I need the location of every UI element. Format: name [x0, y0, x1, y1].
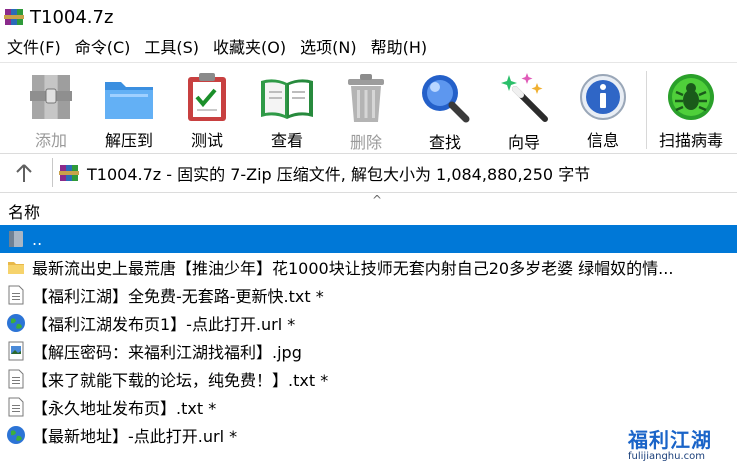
- window-title: T1004.7z: [30, 6, 114, 28]
- list-item[interactable]: 【来了就能下载的论坛，纯免费！】.txt *: [0, 365, 737, 393]
- virus-scan-button[interactable]: 扫描病毒: [652, 67, 730, 151]
- text-file-icon: [6, 396, 26, 418]
- test-label: 测试: [190, 131, 223, 150]
- list-item[interactable]: 最新流出史上最荒唐【推油少年】花1000块让技师无套内射自己20多岁老婆 绿帽奴…: [0, 253, 737, 281]
- extract-to-label: 解压到: [104, 131, 153, 150]
- globe-url-icon: [6, 424, 26, 446]
- wizard-label: 向导: [507, 133, 540, 152]
- address-field[interactable]: T1004.7z - 固实的 7-Zip 压缩文件, 解包大小为 1,084,8…: [52, 158, 737, 187]
- image-file-icon: [6, 340, 26, 362]
- watermark-logo: 福利江湖 fulijianghu.com: [628, 424, 732, 468]
- find-button[interactable]: 查找: [406, 67, 484, 152]
- folder-icon: [6, 256, 26, 278]
- trash-icon: [338, 71, 394, 125]
- list-item[interactable]: 【福利江湖】全免费-无套路-更新快.txt *: [0, 281, 737, 309]
- list-item-name: 【福利江湖发布页1】-点此打开.url *: [32, 315, 296, 334]
- watermark-sub-text: fulijianghu.com: [628, 451, 705, 462]
- menu-favorites[interactable]: 收藏夹(O): [206, 34, 293, 62]
- list-item-name: ..: [32, 229, 43, 249]
- info-button[interactable]: 信息: [564, 67, 642, 151]
- add-button[interactable]: 添加: [12, 67, 90, 151]
- virus-scan-icon: [663, 71, 719, 123]
- winrar-archive-icon: [59, 163, 79, 183]
- archive-add-icon: [23, 71, 79, 123]
- add-label: 添加: [34, 131, 67, 150]
- address-bar: T1004.7z - 固实的 7-Zip 压缩文件, 解包大小为 1,084,8…: [0, 153, 737, 193]
- list-item-name: 【来了就能下载的论坛，纯免费！】.txt *: [32, 371, 329, 390]
- list-item[interactable]: 【永久地址发布页】.txt *: [0, 393, 737, 421]
- arrow-up-icon: [16, 164, 32, 182]
- delete-label: 删除: [349, 133, 382, 152]
- delete-button[interactable]: 删除: [327, 67, 405, 152]
- column-header-name[interactable]: 名称: [8, 199, 40, 223]
- magnifier-icon: [417, 71, 473, 125]
- view-label: 查看: [270, 131, 303, 150]
- title-bar: T1004.7z: [0, 0, 737, 34]
- clipboard-check-icon: [179, 71, 235, 123]
- menu-options[interactable]: 选项(N): [293, 34, 363, 62]
- watermark-main-text: 福利江湖: [628, 428, 712, 452]
- list-item-name: 【解压密码：来福利江湖找福利】.jpg: [32, 343, 302, 362]
- list-item-name: 【最新地址】-点此打开.url *: [32, 427, 238, 446]
- parent-folder-icon: [6, 228, 26, 250]
- winrar-icon: [4, 7, 24, 27]
- folder-extract-icon: [101, 71, 157, 123]
- menu-tools[interactable]: 工具(S): [137, 34, 206, 62]
- virus-scan-label: 扫描病毒: [658, 131, 723, 150]
- wizard-wand-icon: [496, 71, 552, 125]
- menu-file[interactable]: 文件(F): [0, 34, 68, 62]
- extract-to-button[interactable]: 解压到: [90, 67, 168, 151]
- info-icon: [575, 71, 631, 123]
- text-file-icon: [6, 284, 26, 306]
- menu-help[interactable]: 帮助(H): [364, 34, 435, 62]
- list-item[interactable]: 【解压密码：来福利江湖找福利】.jpg: [0, 337, 737, 365]
- list-item-name: 最新流出史上最荒唐【推油少年】花1000块让技师无套内射自己20多岁老婆 绿帽奴…: [32, 259, 674, 278]
- toolbar-separator: [646, 71, 647, 149]
- list-item[interactable]: 【最新地址】-点此打开.url *: [0, 421, 737, 449]
- test-button[interactable]: 测试: [168, 67, 246, 151]
- view-button[interactable]: 查看: [248, 67, 326, 151]
- sort-ascending-icon: ^: [372, 193, 383, 207]
- globe-url-icon: [6, 312, 26, 334]
- list-item[interactable]: ..: [0, 225, 737, 253]
- find-label: 查找: [428, 133, 461, 152]
- text-file-icon: [6, 368, 26, 390]
- info-label: 信息: [586, 131, 619, 150]
- list-item[interactable]: 【福利江湖发布页1】-点此打开.url *: [0, 309, 737, 337]
- list-item-name: 【永久地址发布页】.txt *: [32, 399, 217, 418]
- address-text: T1004.7z - 固实的 7-Zip 压缩文件, 解包大小为 1,084,8…: [87, 164, 591, 184]
- wizard-button[interactable]: 向导: [485, 67, 563, 152]
- menu-bar: 文件(F) 命令(C) 工具(S) 收藏夹(O) 选项(N) 帮助(H): [0, 34, 737, 62]
- list-header: ^ 名称: [0, 193, 737, 225]
- menu-commands[interactable]: 命令(C): [68, 34, 138, 62]
- book-view-icon: [259, 71, 315, 123]
- up-one-level-button[interactable]: [12, 162, 36, 184]
- list-item-name: 【福利江湖】全免费-无套路-更新快.txt *: [32, 287, 324, 306]
- toolbar: 添加 解压到 测试 查看 删除 查找 向导 信息 扫描病毒: [0, 62, 737, 153]
